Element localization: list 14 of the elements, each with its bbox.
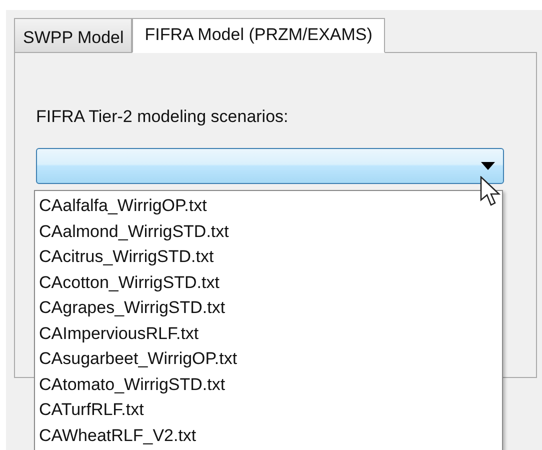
dropdown-option[interactable]: CAImperviousRLF.txt	[35, 320, 502, 346]
scenarios-label: FIFRA Tier-2 modeling scenarios:	[36, 107, 290, 127]
caret-icon	[481, 162, 495, 170]
dropdown-option[interactable]: CAtomato_WirrigSTD.txt	[35, 372, 502, 397]
dropdown-option[interactable]: CAgrapes_WirrigSTD.txt	[35, 295, 502, 320]
tab[interactable]: SWPP Model	[14, 18, 132, 52]
scenario-dropdown[interactable]	[36, 148, 504, 184]
dropdown-option[interactable]: CAcitrus_WirrigSTD.txt	[35, 244, 502, 270]
tab[interactable]: FIFRA Model (PRZM/EXAMS)	[132, 18, 386, 53]
dropdown-option[interactable]: CAalmond_WirrigSTD.txt	[35, 218, 502, 244]
dropdown-option[interactable]: CATurfRLF.txt	[35, 397, 502, 422]
dropdown-option[interactable]: CAcotton_WirrigSTD.txt	[35, 270, 502, 295]
dropdown-option[interactable]: CAWheatRLF_V2.txt	[35, 422, 502, 448]
dropdown-option[interactable]: CAsugarbeet_WirrigOP.txt	[35, 346, 502, 372]
